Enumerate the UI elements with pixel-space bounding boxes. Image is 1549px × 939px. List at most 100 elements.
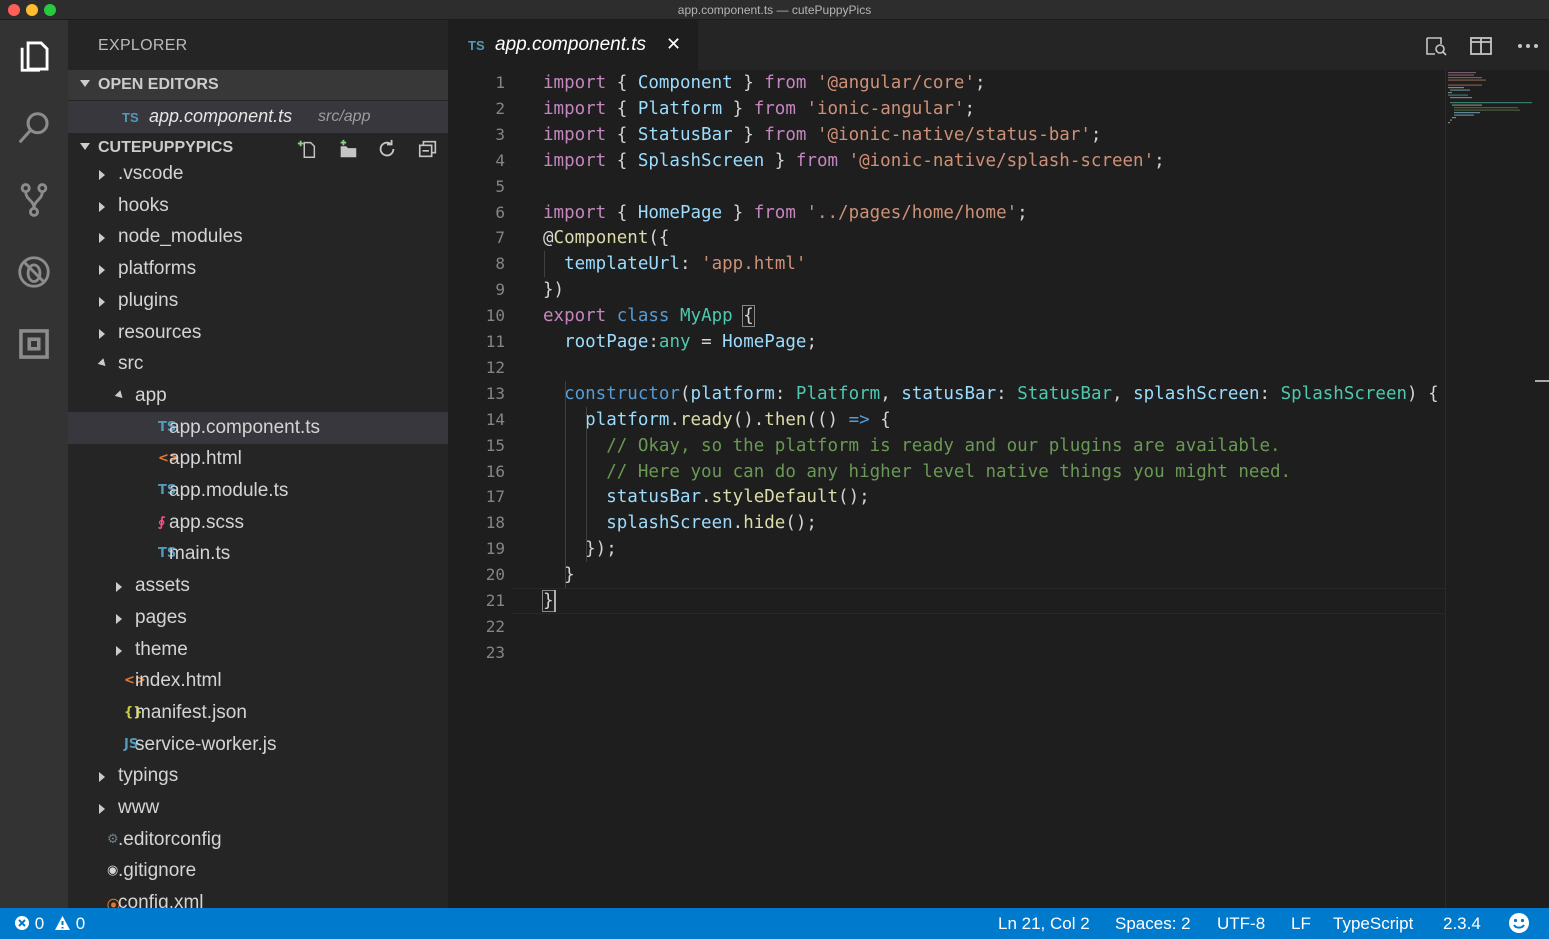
- tree-folder[interactable]: resources: [68, 317, 448, 349]
- code-token: ({: [648, 228, 670, 249]
- code-token: }: [732, 124, 765, 145]
- activity-bar: [0, 20, 68, 908]
- code-token: @: [543, 228, 554, 249]
- scrollbar-position-marker[interactable]: [1535, 380, 1549, 382]
- chevron-down-icon: [80, 143, 90, 150]
- chevron-down-icon: [114, 390, 126, 401]
- code-token: from: [764, 124, 807, 145]
- code-token: then: [764, 409, 807, 430]
- chevron-right-icon: [99, 170, 105, 180]
- open-editor-item[interactable]: TS app.component.ts src/app: [68, 101, 448, 133]
- language-mode[interactable]: TypeScript: [1333, 914, 1413, 934]
- tree-folder[interactable]: theme: [68, 634, 448, 666]
- code-token: }: [722, 98, 754, 119]
- code-token: Component: [553, 228, 649, 249]
- text-cursor: [554, 590, 556, 612]
- code-line: });: [543, 536, 617, 562]
- debug-icon[interactable]: [10, 248, 58, 296]
- indent-guide: [544, 251, 545, 278]
- status-bar: 0 0 Ln 21, Col 2 Spaces: 2 UTF-8 LF Type…: [0, 908, 1549, 939]
- tree-folder[interactable]: app: [68, 380, 448, 412]
- code-token: splashScreen: [1133, 383, 1260, 404]
- tree-file[interactable]: TS main.ts: [68, 538, 448, 570]
- code-token: platform: [690, 383, 775, 404]
- extensions-icon[interactable]: [10, 320, 58, 368]
- split-editor-icon[interactable]: [1468, 33, 1494, 59]
- tree-item-label: node_modules: [118, 226, 243, 248]
- tree-folder[interactable]: platforms: [68, 253, 448, 285]
- tree-file[interactable]: {} manifest.json: [68, 697, 448, 729]
- code-token: import: [543, 124, 607, 145]
- indent-guide: [565, 380, 566, 588]
- eol-setting[interactable]: LF: [1291, 914, 1311, 934]
- code-token: ();: [838, 487, 870, 508]
- tree-file[interactable]: TS app.module.ts: [68, 475, 448, 507]
- code-line: import { HomePage } from '../pages/home/…: [543, 200, 1028, 226]
- code-editor[interactable]: 1 2 3 4 5 6 7 8 9 10 11 12 13 14 15 16 17 18 19 20 21 22 23 im…: [448, 70, 1549, 908]
- open-editors-header[interactable]: OPEN EDITORS: [68, 70, 448, 100]
- error-count: 0: [34, 914, 45, 933]
- code-token: Component: [637, 73, 733, 93]
- tree-file[interactable]: ⦿ config.xml: [68, 887, 448, 908]
- cursor-position[interactable]: Ln 21, Col 2: [998, 914, 1090, 934]
- tree-folder[interactable]: assets: [68, 570, 448, 602]
- tree-file[interactable]: ◉ .gitignore: [68, 855, 448, 887]
- warnings-indicator[interactable]: 0: [54, 914, 85, 934]
- line-number: 2: [495, 98, 505, 118]
- tree-file[interactable]: ⚙ .editorconfig: [68, 824, 448, 856]
- minimap[interactable]: [1445, 70, 1536, 908]
- explorer-icon[interactable]: [10, 32, 58, 80]
- tree-folder[interactable]: node_modules: [68, 221, 448, 253]
- chevron-right-icon: [99, 328, 105, 339]
- tab-bar: TS app.component.ts ✕: [448, 20, 1549, 70]
- indentation-setting[interactable]: Spaces: 2: [1115, 914, 1191, 934]
- code-token: hide: [743, 513, 786, 534]
- tree-folder[interactable]: .vscode: [68, 158, 448, 190]
- code-token: HomePage: [722, 332, 807, 352]
- tree-folder[interactable]: plugins: [68, 285, 448, 317]
- code-token: :: [1259, 383, 1281, 404]
- tree-file[interactable]: JS service-worker.js: [68, 729, 448, 761]
- chevron-right-icon: [116, 645, 122, 656]
- tree-item-label: www: [118, 797, 160, 818]
- encoding-setting[interactable]: UTF-8: [1217, 914, 1265, 934]
- typescript-version[interactable]: 2.3.4: [1443, 914, 1481, 934]
- tree-folder[interactable]: pages: [68, 602, 448, 634]
- tree-item-label: pages: [135, 606, 187, 628]
- code-token: ((): [806, 409, 849, 430]
- code-token: =>: [848, 409, 870, 430]
- tree-file[interactable]: TS app.component.ts: [68, 411, 448, 444]
- tree-file[interactable]: <> index.html: [68, 665, 448, 697]
- code-line: @Component({: [543, 225, 669, 251]
- code-token: '@ionic-native/splash-screen': [848, 150, 1155, 171]
- code-line: import { Platform } from 'ionic-angular'…: [543, 96, 975, 122]
- line-number: 5: [495, 176, 505, 196]
- tree-folder[interactable]: src: [68, 348, 448, 380]
- tree-item-label: src: [118, 353, 144, 375]
- code-token: }: [764, 150, 796, 171]
- chevron-right-icon: [99, 804, 105, 814]
- errors-indicator[interactable]: 0: [14, 914, 44, 934]
- tree-folder[interactable]: hooks: [68, 190, 448, 222]
- tree-folder[interactable]: www: [68, 792, 448, 824]
- line-number: 6: [495, 202, 505, 222]
- close-icon[interactable]: ✕: [666, 34, 681, 55]
- tab-app-component[interactable]: TS app.component.ts ✕: [448, 20, 698, 70]
- tree-item-label: typings: [118, 765, 179, 787]
- smiley-icon[interactable]: [1508, 912, 1530, 939]
- more-actions-icon[interactable]: [1515, 33, 1541, 59]
- code-token: }: [542, 590, 555, 612]
- search-icon[interactable]: [10, 104, 58, 152]
- source-control-icon[interactable]: [10, 176, 58, 224]
- code-line: }): [543, 277, 564, 303]
- tree-file[interactable]: ∮ app.scss: [68, 507, 448, 539]
- warning-icon: [55, 916, 70, 930]
- code-line: constructor(platform: Platform, statusBa…: [543, 381, 1439, 407]
- code-token: Platform: [795, 383, 881, 404]
- open-preview-icon[interactable]: [1423, 33, 1449, 59]
- code-token: }: [732, 73, 765, 93]
- tree-item-label: app: [135, 384, 167, 406]
- tree-folder[interactable]: typings: [68, 760, 448, 792]
- tree-file[interactable]: <> app.html: [68, 443, 448, 475]
